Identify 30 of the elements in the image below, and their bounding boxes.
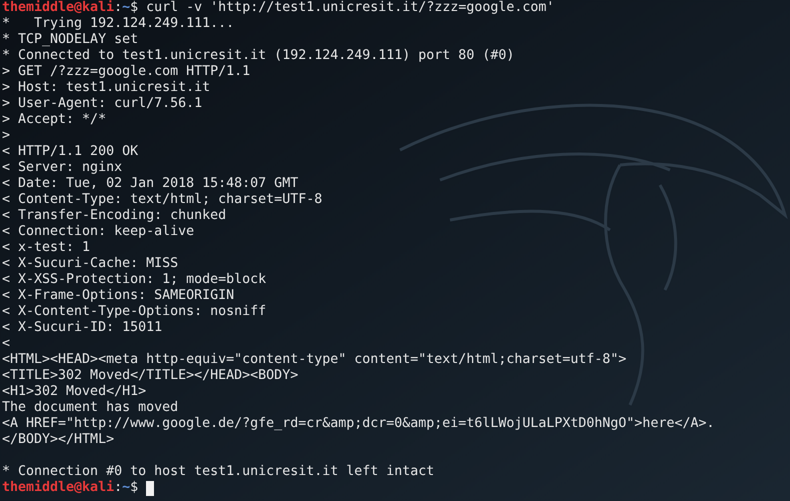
terminal-line: < X-Sucuri-Cache: MISS xyxy=(2,256,178,272)
terminal-line: < X-Sucuri-ID: 15011 xyxy=(2,320,162,336)
terminal-line: > xyxy=(2,128,10,144)
terminal-line: < x-test: 1 xyxy=(2,240,90,256)
terminal-line: <TITLE>302 Moved</TITLE></HEAD><BODY> xyxy=(2,368,298,384)
terminal-line: <HTML><HEAD><meta http-equiv="content-type" content="text/html;charset=utf-8"> xyxy=(2,352,626,368)
terminal-line: < Date: Tue, 02 Jan 2018 15:48:07 GMT xyxy=(2,176,298,192)
terminal-line: < X-Frame-Options: SAMEORIGIN xyxy=(2,288,234,304)
terminal-line: > GET /?zzz=google.com HTTP/1.1 xyxy=(2,64,250,80)
terminal-line: > User-Agent: curl/7.56.1 xyxy=(2,96,202,112)
terminal-line: < Connection: keep-alive xyxy=(2,224,194,240)
terminal-line: * Connected to test1.unicresit.it (192.124.249.111) port 80 (#0) xyxy=(2,48,514,64)
terminal-line: < Server: nginx xyxy=(2,160,122,176)
terminal-line: < Transfer-Encoding: chunked xyxy=(2,208,226,224)
terminal-line: < HTTP/1.1 200 OK xyxy=(2,144,138,160)
prompt-line: themiddle@kali:~$ xyxy=(2,480,140,496)
terminal-line: < X-Content-Type-Options: nosniff xyxy=(2,304,266,320)
terminal-line: <A HREF="http://www.google.de/?gfe_rd=cr&amp;dcr=0&amp;ei=t6lLWojULaLPXtD0hNgO">here</A>. xyxy=(2,416,714,432)
terminal-line: * Connection #0 to host test1.unicresit.it left intact xyxy=(2,464,434,480)
terminal-line: < Content-Type: text/html; charset=UTF-8 xyxy=(2,192,322,208)
terminal-line: < xyxy=(2,336,10,352)
terminal-line: * TCP_NODELAY set xyxy=(2,32,138,48)
prompt-line: themiddle@kali:~$ curl -v 'http://test1.unicresit.it/?zzz=google.com' xyxy=(2,0,554,16)
terminal-line: </BODY></HTML> xyxy=(2,432,114,448)
terminal-line: > Accept: */* xyxy=(2,112,106,128)
terminal-line: * Trying 192.124.249.111... xyxy=(2,16,234,32)
terminal-line: The document has moved xyxy=(2,400,178,416)
terminal-line: < X-XSS-Protection: 1; mode=block xyxy=(2,272,266,288)
terminal-line: <H1>302 Moved</H1> xyxy=(2,384,146,400)
terminal-line: > Host: test1.unicresit.it xyxy=(2,80,210,96)
